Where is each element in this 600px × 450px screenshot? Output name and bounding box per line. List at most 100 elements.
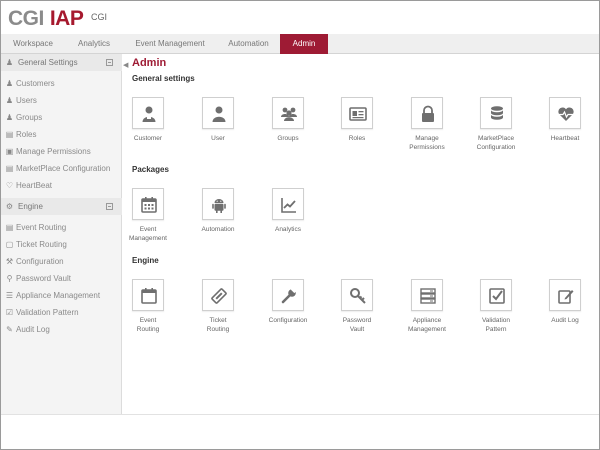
tile-automation[interactable]: Automation [193, 188, 243, 234]
tile-analytics[interactable]: Analytics [263, 188, 313, 234]
sidebar-item-label: Users [16, 96, 37, 105]
app-frame: CGI IAP CGI Workspace Analytics Event Man… [0, 0, 600, 450]
tile-label: Password Vault [342, 317, 372, 333]
tile-ticket-routing[interactable]: Ticket Routing [193, 279, 243, 334]
customer-icon [132, 97, 164, 129]
tile-heartbeat[interactable]: Heartbeat [540, 97, 590, 143]
sidebar-item-manage-permissions[interactable]: ▣ Manage Permissions [1, 143, 122, 160]
user-icon: ♟ [5, 96, 14, 105]
sidebar-item-label: Appliance Management [16, 291, 101, 300]
tab-workspace[interactable]: Workspace [1, 34, 65, 54]
sidebar-collapse-chevron-icon[interactable]: ◀ [123, 61, 128, 69]
sidebar-item-label: Groups [16, 113, 43, 122]
user-icon [202, 97, 234, 129]
groups-icon [272, 97, 304, 129]
sidebar-item-label: Validation Pattern [16, 308, 79, 317]
tile-marketplace-configuration[interactable]: MarketPlace Configuration [471, 97, 521, 152]
sidebar-item-label: Customers [16, 79, 55, 88]
sidebar-item-password-vault[interactable]: ⚲ Password Vault [1, 270, 122, 287]
tile-manage-permissions[interactable]: Manage Permissions [402, 97, 452, 152]
collapse-icon[interactable] [106, 59, 113, 66]
logo-cgi: CGI [8, 7, 44, 30]
edit-icon: ✎ [6, 325, 13, 334]
calendar-icon [132, 279, 164, 311]
sidebar-group-engine[interactable]: ⚙ Engine [1, 198, 122, 215]
tile-roles[interactable]: Roles [332, 97, 382, 143]
sidebar-item-audit-log[interactable]: ✎ Audit Log [1, 321, 122, 338]
sidebar-group-general-settings[interactable]: ♟ General Settings [1, 54, 122, 71]
sidebar-item-event-routing[interactable]: ▤ Event Routing [1, 219, 122, 236]
tile-label: Customer [133, 135, 163, 142]
footer [1, 414, 599, 449]
sidebar-item-customers[interactable]: ♟ Customers [1, 75, 122, 92]
sidebar-item-label: HeartBeat [16, 181, 53, 190]
sidebar-item-configuration[interactable]: ⚒ Configuration [1, 253, 122, 270]
edit-icon [549, 279, 581, 311]
tile-label: Automation [201, 226, 235, 233]
tile-label: Event Routing [136, 317, 160, 333]
lock-icon: ▣ [5, 147, 14, 156]
tile-audit-log[interactable]: Audit Log [540, 279, 590, 325]
database-icon: ▤ [5, 164, 14, 173]
sidebar-item-label: Roles [16, 130, 37, 139]
tile-label: User [211, 135, 225, 142]
ticket-icon: ▢ [5, 240, 14, 249]
sidebar-item-label: Audit Log [16, 325, 50, 334]
logo[interactable]: CGI IAP [8, 7, 84, 31]
app-header: CGI IAP CGI [1, 1, 599, 34]
main-tabs: Workspace Analytics Event Management Aut… [1, 34, 599, 54]
tile-user[interactable]: User [193, 97, 243, 143]
section-title-packages: Packages [132, 165, 169, 174]
groups-icon: ♟ [5, 113, 14, 122]
logo-iap: IAP [49, 7, 84, 30]
tile-label: Validation Pattern [481, 317, 511, 333]
customer-icon: ♟ [5, 79, 14, 88]
sidebar-item-label: Event Routing [16, 223, 67, 232]
tile-password-vault[interactable]: Password Vault [332, 279, 382, 334]
tile-event-management[interactable]: Event Management [123, 188, 173, 243]
tab-analytics[interactable]: Analytics [65, 34, 123, 54]
sidebar-item-marketplace-configuration[interactable]: ▤ MarketPlace Configuration [1, 160, 122, 177]
tile-label: Manage Permissions [409, 135, 445, 151]
database-icon [480, 97, 512, 129]
tile-appliance-management[interactable]: Appliance Management [402, 279, 452, 334]
heartbeat-icon [549, 97, 581, 129]
tile-configuration[interactable]: Configuration [263, 279, 313, 325]
wrench-icon [272, 279, 304, 311]
tab-event-management[interactable]: Event Management [123, 34, 217, 54]
sidebar-item-roles[interactable]: ▤ Roles [1, 126, 122, 143]
sidebar-item-users[interactable]: ♟ Users [1, 92, 122, 109]
user-icon: ♟ [5, 58, 14, 67]
line-chart-icon [272, 188, 304, 220]
section-title-engine: Engine [132, 256, 159, 265]
sidebar-item-groups[interactable]: ♟ Groups [1, 109, 122, 126]
tile-event-routing[interactable]: Event Routing [123, 279, 173, 334]
sidebar-item-label: Manage Permissions [16, 147, 91, 156]
android-icon [202, 188, 234, 220]
tile-validation-pattern[interactable]: Validation Pattern [471, 279, 521, 334]
sidebar-group-label: Engine [18, 202, 43, 211]
collapse-icon[interactable] [106, 203, 113, 210]
sidebar-item-ticket-routing[interactable]: ▢ Ticket Routing [1, 236, 122, 253]
tab-admin[interactable]: Admin [280, 34, 328, 54]
tile-customer[interactable]: Customer [123, 97, 173, 143]
tile-label: Audit Log [551, 317, 579, 324]
sidebar-item-validation-pattern[interactable]: ☑ Validation Pattern [1, 304, 122, 321]
calendar-icon: ▤ [5, 223, 14, 232]
tab-automation[interactable]: Automation [217, 34, 280, 54]
main-content: Admin General settings Customer User Gro… [129, 54, 592, 414]
tile-label: Groups [277, 135, 299, 142]
calendar-icon [132, 188, 164, 220]
gears-icon: ⚙ [5, 202, 14, 211]
sidebar-item-label: Password Vault [16, 274, 71, 283]
sidebar-item-heartbeat[interactable]: ♡ HeartBeat [1, 177, 122, 194]
sidebar: ♟ General Settings ♟ Customers ♟ Users ♟ Gr… [1, 54, 122, 414]
tile-groups[interactable]: Groups [263, 97, 313, 143]
heartbeat-icon: ♡ [5, 181, 14, 190]
id-card-icon [341, 97, 373, 129]
tile-label: Configuration [268, 317, 308, 324]
tile-label: Heartbeat [550, 135, 580, 142]
tile-label: Analytics [274, 226, 301, 233]
sidebar-item-appliance-management[interactable]: ☰ Appliance Management [1, 287, 122, 304]
tile-label: Event Management [129, 226, 167, 242]
